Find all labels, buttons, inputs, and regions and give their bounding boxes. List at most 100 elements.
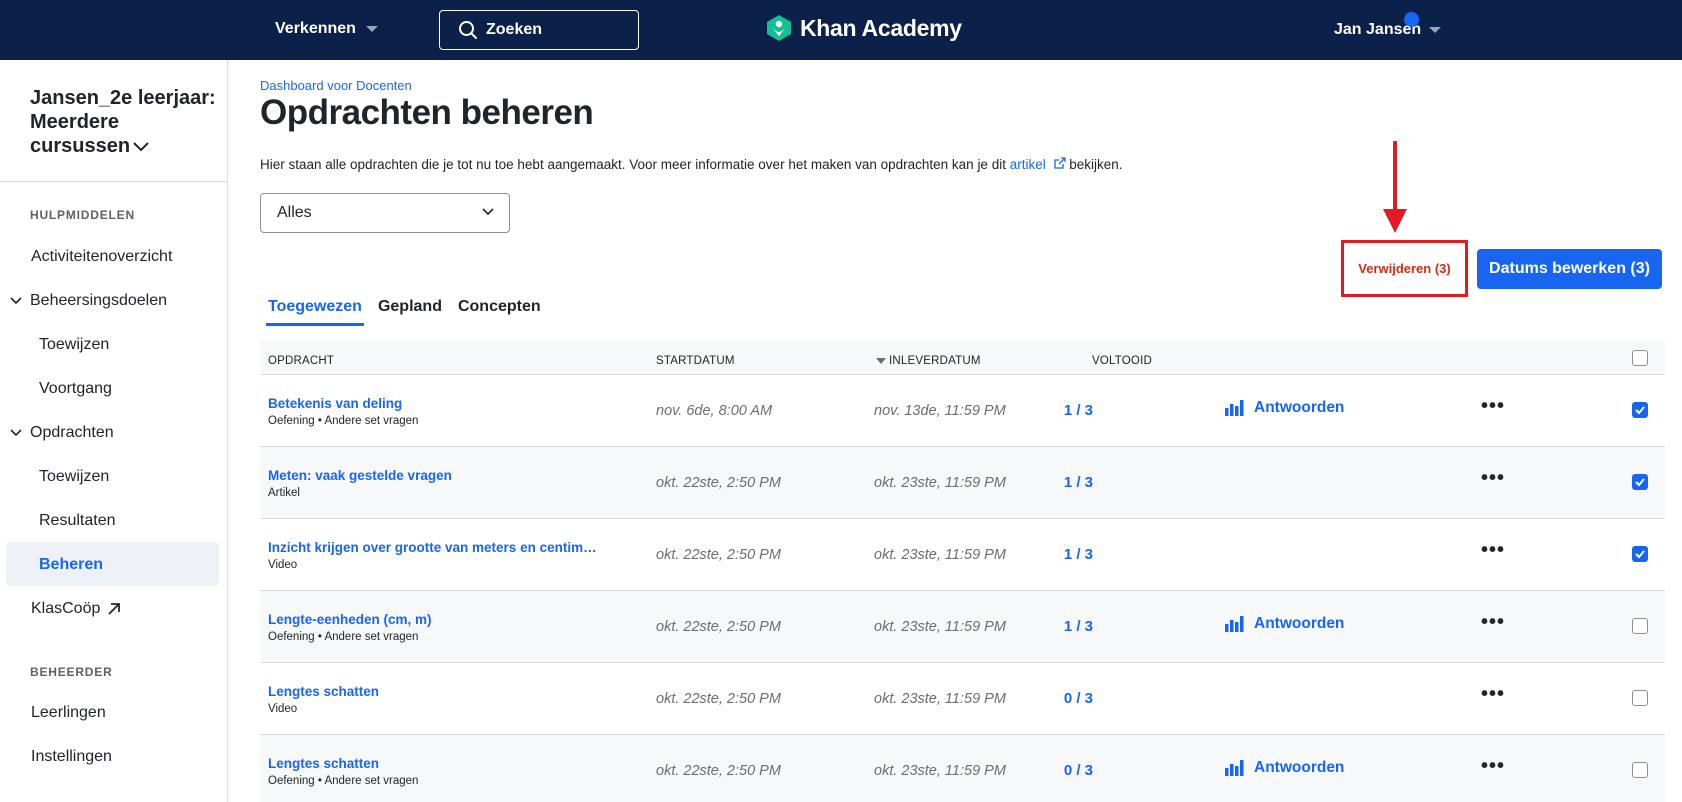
- filter-value: Alles: [277, 204, 312, 221]
- start-date: okt. 22ste, 2:50 PM: [656, 691, 781, 707]
- section-heading-admin: BEHEERDER: [30, 665, 113, 679]
- assignment-title-link[interactable]: Lengte-eenheden (cm, m): [268, 612, 432, 627]
- column-header-start-date[interactable]: STARTDATUM: [656, 355, 735, 367]
- article-link[interactable]: artikel: [1010, 157, 1046, 172]
- more-options-icon[interactable]: •••: [1481, 683, 1505, 706]
- bar-chart-icon: [1225, 616, 1244, 632]
- answers-link[interactable]: Antwoorden: [1224, 399, 1344, 417]
- table-header: OPDRACHT STARTDATUM INLEVERDATUM VOLTOOI…: [260, 340, 1665, 375]
- assignment-title-link[interactable]: Betekenis van deling: [268, 396, 402, 411]
- tab-assigned[interactable]: Toegewezen: [266, 298, 364, 326]
- checkmark-icon: [1635, 406, 1645, 415]
- chevron-down-icon: [10, 429, 22, 437]
- sidebar-item-assignments-assign[interactable]: Toewijzen: [39, 468, 109, 486]
- explore-label: Verkennen: [275, 20, 356, 37]
- more-options-icon[interactable]: •••: [1481, 539, 1505, 562]
- khan-academy-logo[interactable]: Khan Academy: [766, 14, 962, 42]
- sidebar-item-activity-overview[interactable]: Activiteitenoverzicht: [31, 248, 172, 266]
- checkmark-icon: [1635, 550, 1645, 559]
- search-label: Zoeken: [486, 21, 543, 38]
- search-box[interactable]: Zoeken: [439, 10, 639, 50]
- start-date: okt. 22ste, 2:50 PM: [656, 547, 781, 563]
- page-description: Hier staan alle opdrachten die je tot nu…: [260, 157, 1123, 172]
- assignment-type: Artikel: [268, 487, 300, 499]
- table-row: Meten: vaak gestelde vragen Artikel okt. 2…: [260, 447, 1665, 519]
- sidebar-item-klascoop[interactable]: KlasCoöp: [31, 600, 122, 618]
- assignment-title-link[interactable]: Inzicht krijgen over grootte van meters …: [268, 540, 597, 555]
- completed-count[interactable]: 0 / 3: [1000, 762, 1093, 779]
- delete-button[interactable]: Verwijderen (3): [1341, 240, 1468, 297]
- assignment-type: Oefening • Andere set vragen: [268, 415, 419, 427]
- assignments-table: OPDRACHT STARTDATUM INLEVERDATUM VOLTOOI…: [260, 340, 1665, 802]
- bar-chart-icon: [1225, 760, 1244, 776]
- assignment-title-link[interactable]: Lengtes schatten: [268, 684, 379, 699]
- sidebar-item-assignments[interactable]: Opdrachten: [8, 424, 114, 442]
- tab-scheduled[interactable]: Gepland: [378, 298, 442, 326]
- user-menu[interactable]: Jan Jansen: [1334, 21, 1442, 39]
- table-row: Lengtes schatten Oefening • Andere set vr…: [260, 735, 1665, 802]
- row-checkbox[interactable]: [1632, 690, 1648, 706]
- column-header-assignment: OPDRACHT: [268, 355, 335, 367]
- table-row: Inzicht krijgen over grootte van meters …: [260, 519, 1665, 591]
- select-all-checkbox[interactable]: [1632, 350, 1648, 366]
- row-checkbox[interactable]: [1632, 762, 1648, 778]
- section-heading-tools: HULPMIDDELEN: [30, 208, 135, 222]
- row-checkbox[interactable]: [1632, 546, 1648, 562]
- row-checkbox[interactable]: [1632, 618, 1648, 634]
- due-date: okt. 23ste, 11:59 PM: [874, 475, 1006, 491]
- completed-count[interactable]: 1 / 3: [1000, 402, 1093, 419]
- breadcrumb[interactable]: Dashboard voor Docenten: [260, 78, 412, 93]
- description-text: bekijken.: [1065, 157, 1123, 172]
- checkmark-icon: [1635, 478, 1645, 487]
- sidebar-item-students[interactable]: Leerlingen: [31, 704, 106, 722]
- start-date: okt. 22ste, 2:50 PM: [656, 475, 781, 491]
- chevron-down-icon: [10, 297, 22, 305]
- row-checkbox[interactable]: [1632, 402, 1648, 418]
- explore-menu[interactable]: Verkennen: [275, 20, 378, 38]
- assignment-filter-select[interactable]: Alles: [260, 193, 510, 233]
- row-checkbox[interactable]: [1632, 474, 1648, 490]
- start-date: nov. 6de, 8:00 AM: [656, 403, 773, 419]
- external-arrow-icon: [108, 603, 121, 615]
- answers-link[interactable]: Antwoorden: [1224, 759, 1344, 777]
- notification-dot: [1404, 12, 1419, 27]
- assignment-title-link[interactable]: Lengtes schatten: [268, 756, 379, 771]
- sidebar-item-mastery-assign[interactable]: Toewijzen: [39, 336, 109, 354]
- sidebar-item-assignments-manage[interactable]: Beheren: [39, 556, 103, 574]
- completed-count[interactable]: 1 / 3: [1000, 546, 1093, 563]
- more-options-icon[interactable]: •••: [1481, 611, 1505, 634]
- column-header-completed: VOLTOOID: [1092, 355, 1152, 367]
- khan-leaf-icon: [767, 15, 791, 41]
- caret-down-icon: [365, 26, 378, 32]
- completed-count[interactable]: 0 / 3: [1000, 690, 1093, 707]
- answers-link[interactable]: Antwoorden: [1224, 615, 1344, 633]
- column-header-due-date[interactable]: INLEVERDATUM: [876, 355, 981, 367]
- sidebar-item-mastery-progress[interactable]: Voortgang: [39, 380, 112, 398]
- tab-drafts[interactable]: Concepten: [458, 298, 541, 326]
- answers-label: Antwoorden: [1254, 759, 1345, 776]
- more-options-icon[interactable]: •••: [1481, 467, 1505, 490]
- assignment-title-link[interactable]: Meten: vaak gestelde vragen: [268, 468, 452, 483]
- completed-count[interactable]: 1 / 3: [1000, 618, 1093, 635]
- more-options-icon[interactable]: •••: [1481, 755, 1505, 778]
- logo-text: Khan Academy: [800, 14, 962, 41]
- completed-count[interactable]: 1 / 3: [1000, 474, 1093, 491]
- active-item-highlight: [6, 542, 219, 586]
- bar-chart-icon: [1225, 400, 1244, 416]
- sidebar-item-assignments-results[interactable]: Resultaten: [39, 512, 116, 530]
- edit-dates-button[interactable]: Datums bewerken (3): [1477, 249, 1662, 289]
- answers-label: Antwoorden: [1254, 399, 1345, 416]
- sidebar-item-mastery-goals[interactable]: Beheersingsdoelen: [8, 292, 167, 310]
- sidebar: Jansen_2e leerjaar: Meerdere cursussen H…: [0, 60, 228, 802]
- class-name-line: Jansen_2e leerjaar:: [30, 87, 216, 109]
- page-title: Opdrachten beheren: [260, 93, 594, 132]
- start-date: okt. 22ste, 2:50 PM: [656, 619, 781, 635]
- class-selector[interactable]: Jansen_2e leerjaar: Meerdere cursussen: [30, 86, 220, 158]
- assignment-tabs: Toegewezen Gepland Concepten: [266, 298, 541, 326]
- table-row: Lengtes schatten Video okt. 22ste, 2:50 PM…: [260, 663, 1665, 735]
- more-options-icon[interactable]: •••: [1481, 395, 1505, 418]
- description-text: Hier staan alle opdrachten die je tot nu…: [260, 157, 1010, 172]
- sidebar-item-settings[interactable]: Instellingen: [31, 748, 112, 766]
- start-date: okt. 22ste, 2:50 PM: [656, 763, 781, 779]
- assignment-type: Oefening • Andere set vragen: [268, 775, 419, 787]
